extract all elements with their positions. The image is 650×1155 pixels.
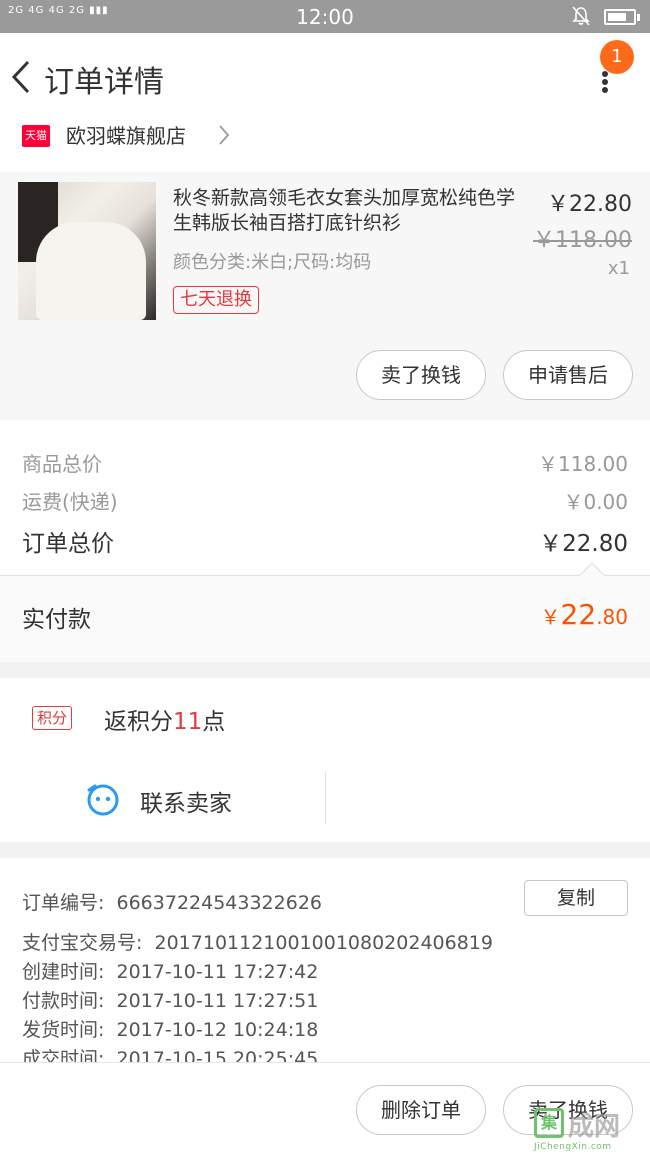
bell-muted-icon — [572, 6, 590, 26]
contact-seller-label: 联系卖家 — [140, 791, 232, 817]
points-prefix: 返积分 — [104, 709, 173, 735]
return-policy-tag: 七天退换 — [173, 286, 259, 314]
paid-time-value: 2017-10-11 17:27:51 — [116, 990, 319, 1012]
order-info: 订单编号: 66637224543322626 复制 支付宝交易号: 20171… — [0, 858, 650, 1070]
status-time: 12:00 — [296, 5, 354, 29]
alipay-label: 支付宝交易号: — [22, 932, 143, 954]
product-price: ￥22.80 — [547, 192, 632, 217]
shop-header[interactable]: 天猫 欧羽蝶旗舰店 — [0, 120, 650, 172]
paid-row: 实付款 ￥22.80 — [0, 576, 650, 662]
paid-time-label: 付款时间: — [22, 990, 105, 1012]
paid-label: 实付款 — [22, 607, 91, 633]
watermark-logo: 集 成网 JiChengXin.com — [534, 1106, 646, 1152]
more-icon[interactable] — [598, 69, 612, 95]
chevron-right-icon — [219, 125, 230, 145]
back-arrow-icon[interactable] — [10, 59, 32, 95]
battery-icon — [604, 9, 640, 25]
shipped-row: 发货时间: 2017-10-12 10:24:18 — [22, 1015, 318, 1042]
paid-decimal: .80 — [596, 605, 628, 629]
product-image[interactable] — [18, 182, 156, 320]
created-row: 创建时间: 2017-10-11 17:27:42 — [22, 957, 318, 984]
order-item[interactable]: 秋冬新款高领毛衣女套头加厚宽松纯色学生韩版长袖百搭打底针织衫 颜色分类:米白;尺… — [0, 172, 650, 420]
points-tag: 积分 — [32, 706, 73, 730]
after-sale-button[interactable]: 申请售后 — [503, 350, 633, 400]
notification-badge[interactable]: 1 — [600, 40, 634, 74]
page-title: 订单详情 — [44, 65, 164, 100]
product-quantity: x1 — [607, 258, 630, 279]
created-label: 创建时间: — [22, 961, 105, 983]
created-value: 2017-10-11 17:27:42 — [116, 961, 319, 983]
points-suffix: 点 — [202, 709, 226, 735]
resell-button[interactable]: 卖了换钱 — [356, 350, 486, 400]
points-section: 积分 返积分11点 联系卖家 — [0, 678, 650, 842]
tmall-badge: 天猫 — [22, 125, 50, 147]
paid-currency: ￥ — [540, 605, 561, 629]
paid-time-row: 付款时间: 2017-10-11 17:27:51 — [22, 986, 318, 1013]
order-number-row: 订单编号: 66637224543322626 — [22, 888, 322, 915]
price-summary: 商品总价 ￥118.00 运费(快递) ￥0.00 订单总价 ￥22.80 实付… — [0, 420, 650, 662]
nav-bar: 订单详情 1 — [0, 33, 650, 120]
contact-seller-button[interactable]: 联系卖家 — [86, 780, 326, 820]
vertical-divider — [325, 772, 326, 824]
order-number-label: 订单编号: — [22, 892, 105, 914]
order-number-value: 66637224543322626 — [116, 892, 323, 914]
alipay-value: 2017101121001001080202406819 — [154, 932, 493, 954]
status-bar: 2G 4G 4G 2G ▮▮▮ 12:00 — [0, 0, 650, 33]
shipped-value: 2017-10-12 10:24:18 — [116, 1019, 319, 1041]
shipping-label: 运费(快递) — [22, 490, 118, 514]
watermark-url: JiChengXin.com — [534, 1142, 612, 1152]
order-total-value: ￥22.80 — [539, 531, 628, 557]
watermark-text: 成网 — [568, 1112, 621, 1142]
shipped-label: 发货时间: — [22, 1019, 105, 1041]
paid-value: ￥22.80 — [541, 598, 628, 631]
product-original-price: ￥118.00 — [533, 228, 632, 253]
goods-total-value: ￥118.00 — [538, 452, 628, 476]
product-name[interactable]: 秋冬新款高领毛衣女套头加厚宽松纯色学生韩版长袖百搭打底针织衫 — [173, 186, 523, 236]
delete-order-button[interactable]: 删除订单 — [356, 1085, 486, 1135]
copy-button[interactable]: 复制 — [524, 880, 628, 916]
chat-face-icon — [87, 784, 119, 816]
points-value: 11 — [173, 709, 203, 735]
order-total-label: 订单总价 — [22, 531, 114, 557]
product-attributes: 颜色分类:米白;尺码:均码 — [173, 252, 372, 273]
shipping-value: ￥0.00 — [563, 490, 628, 514]
watermark-box: 集 — [534, 1108, 564, 1138]
points-text: 返积分11点 — [104, 702, 225, 736]
paid-integer: 22 — [560, 598, 597, 631]
alipay-row: 支付宝交易号: 2017101121001001080202406819 — [22, 928, 493, 955]
goods-total-label: 商品总价 — [22, 452, 102, 476]
shop-name[interactable]: 欧羽蝶旗舰店 — [66, 120, 186, 149]
